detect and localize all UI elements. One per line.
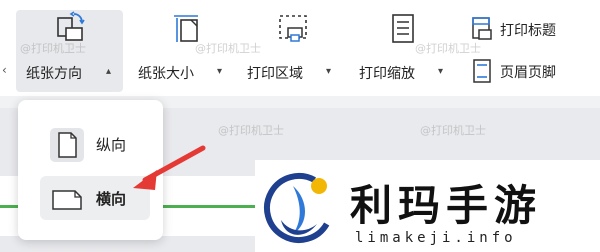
print-scale-label: 打印缩放 xyxy=(359,66,415,82)
print-titles-button[interactable]: 打印标题 xyxy=(470,16,590,42)
header-footer-icon xyxy=(470,58,494,88)
ribbon-scroll-left[interactable]: ‹ xyxy=(2,63,7,77)
print-area-label: 打印区域 xyxy=(247,66,303,82)
chevron-up-icon: ▴ xyxy=(106,66,112,77)
logo-emblem-icon xyxy=(264,173,334,243)
print-titles-label: 打印标题 xyxy=(500,23,556,39)
paper-orientation-label: 纸张方向 xyxy=(26,66,82,82)
watermark: @打印机卫士 xyxy=(20,42,86,55)
paper-size-label: 纸张大小 xyxy=(138,66,194,82)
ribbon-toolbar: ‹ 纸张方向 ▴ 纸张大小 ▾ 打印区域 ▾ 打印缩放 ▾ 打印标题 页眉页脚 xyxy=(0,0,600,96)
portrait-label: 纵向 xyxy=(96,136,127,154)
watermark: @打印机卫士 xyxy=(415,42,481,55)
chevron-down-icon: ▾ xyxy=(326,66,332,77)
logo-chinese-text: 利玛手游 xyxy=(350,181,543,230)
logo-url-text: limakeji.info xyxy=(355,230,517,246)
header-footer-button[interactable]: 页眉页脚 xyxy=(470,58,590,84)
site-logo: 利玛手游 limakeji.info xyxy=(255,160,600,252)
landscape-page-icon xyxy=(50,184,84,214)
landscape-label: 横向 xyxy=(96,190,127,208)
watermark: @打印机卫士 xyxy=(195,42,261,55)
header-footer-label: 页眉页脚 xyxy=(500,65,556,81)
chevron-down-icon: ▾ xyxy=(217,66,223,77)
print-area-icon xyxy=(275,10,311,46)
portrait-page-icon xyxy=(50,128,84,162)
chevron-down-icon: ▾ xyxy=(438,66,444,77)
red-arrow-annotation xyxy=(133,145,206,190)
watermark: @打印机卫士 xyxy=(420,124,486,137)
watermark: @打印机卫士 xyxy=(218,124,284,137)
